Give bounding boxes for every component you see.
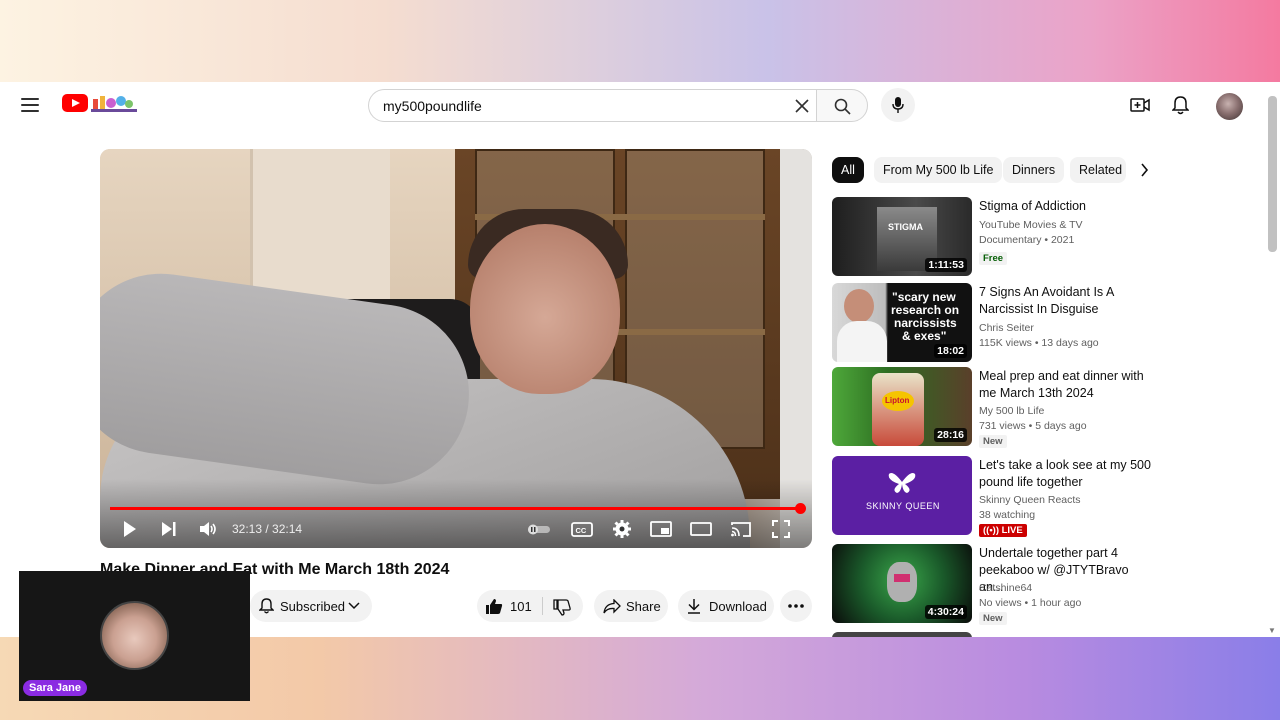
logo-doodle-icon[interactable]: [91, 93, 137, 113]
thumbnail-caption: SKINNY QUEEN: [866, 501, 940, 511]
recommendation-item[interactable]: Lipton 28:16 Meal prep and eat dinner wi…: [832, 367, 1154, 448]
account-avatar[interactable]: [1216, 93, 1243, 120]
search-box[interactable]: my500poundlife: [368, 89, 816, 122]
share-icon: [603, 599, 621, 614]
recommendation-item[interactable]: "scary new research on narcissists & exe…: [832, 283, 1152, 363]
video-meta: Documentary • 2021: [979, 234, 1075, 246]
chip-related[interactable]: Related: [1070, 157, 1126, 183]
recommendation-title[interactable]: Stigma of Addiction: [979, 198, 1154, 215]
video-thumbnail[interactable]: Lipton 28:16: [832, 367, 972, 446]
chevron-right-icon[interactable]: [1140, 163, 1149, 177]
butterfly-icon: [888, 473, 916, 493]
settings-gear-icon[interactable]: [612, 519, 632, 539]
fullscreen-icon[interactable]: [771, 519, 791, 539]
recommendation-item[interactable]: STIGMA 1:11:53 Stigma of Addiction YouTu…: [832, 197, 1152, 277]
chip-all[interactable]: All: [832, 157, 864, 183]
webcam-face: [100, 601, 169, 670]
chip-dinners[interactable]: Dinners: [1003, 157, 1065, 183]
search-input[interactable]: my500poundlife: [383, 98, 482, 114]
notifications-bell-icon[interactable]: [1172, 96, 1189, 115]
youtube-logo[interactable]: [62, 94, 88, 112]
svg-text:CC: CC: [576, 526, 587, 535]
recommendation-title[interactable]: Let's take a look see at my 500 pound li…: [979, 457, 1154, 491]
volume-icon[interactable]: [198, 519, 218, 539]
video-duration: 18:02: [934, 344, 967, 358]
dislike-icon[interactable]: [553, 599, 571, 616]
thumbnail-caption: Lipton: [885, 396, 910, 405]
subscribe-label: Subscribed: [280, 599, 346, 614]
scroll-down-arrow-icon[interactable]: ▼: [1268, 626, 1276, 635]
progress-bar[interactable]: [110, 507, 801, 510]
miniplayer-icon[interactable]: [650, 519, 672, 539]
new-badge: New: [979, 435, 1007, 448]
like-icon[interactable]: [485, 598, 503, 615]
play-icon[interactable]: [122, 519, 138, 539]
video-thumbnail[interactable]: SKINNY QUEEN: [832, 456, 972, 535]
thumbnail-caption: research on: [891, 303, 960, 317]
download-button[interactable]: Download: [678, 590, 774, 622]
theater-mode-icon[interactable]: [690, 519, 712, 539]
chip-from-my-500-lb-life[interactable]: From My 500 lb Life: [874, 157, 1003, 183]
channel-name[interactable]: Skinny Queen Reacts: [979, 494, 1081, 506]
new-badge: New: [979, 612, 1007, 625]
video-thumbnail[interactable]: [832, 632, 972, 637]
time-display: 32:13 / 32:14: [232, 522, 303, 536]
video-duration: 4:30:24: [924, 605, 967, 619]
webcam-overlay: Sara Jane: [19, 571, 250, 701]
thumbnail-caption: narcissists: [894, 316, 957, 330]
video-player[interactable]: 32:13 / 32:14 CC: [100, 149, 812, 548]
captions-icon[interactable]: CC: [571, 519, 593, 539]
share-button[interactable]: Share: [594, 590, 668, 622]
like-dislike-group: 101: [477, 590, 583, 622]
recommendation-item[interactable]: [832, 632, 1152, 637]
free-badge: Free: [979, 252, 1008, 265]
youtube-window: my500poundlife 32:13 / 32:14 CC Make Din…: [0, 82, 1280, 637]
video-meta: 731 views • 5 days ago: [979, 420, 1087, 432]
autoplay-toggle-icon[interactable]: [526, 519, 552, 539]
streamer-name-tag: Sara Jane: [23, 680, 87, 696]
video-thumbnail[interactable]: STIGMA 1:11:53: [832, 197, 972, 276]
video-thumbnail[interactable]: 4:30:24: [832, 544, 972, 623]
thumbnail-caption: "scary new: [892, 290, 956, 304]
thumbnail-caption: & exes": [902, 329, 947, 343]
recommendation-title[interactable]: Meal prep and eat dinner with me March 1…: [979, 368, 1154, 402]
progress-scrubber[interactable]: [795, 503, 806, 514]
chevron-down-icon: [348, 602, 360, 610]
more-actions-button[interactable]: [780, 590, 812, 622]
like-divider: [542, 597, 543, 615]
subscribe-button[interactable]: Subscribed: [250, 590, 372, 622]
video-duration: 28:16: [934, 428, 967, 442]
live-badge: ((•)) LIVE: [979, 524, 1027, 537]
search-icon: [834, 98, 851, 115]
next-video-icon[interactable]: [160, 519, 178, 539]
recommendation-title[interactable]: 7 Signs An Avoidant Is A Narcissist In D…: [979, 284, 1154, 318]
menu-icon[interactable]: [21, 98, 39, 112]
channel-name[interactable]: Catshine64: [979, 582, 1032, 594]
video-meta: No views • 1 hour ago: [979, 597, 1082, 609]
cast-icon[interactable]: [730, 519, 752, 539]
like-count: 101: [510, 599, 532, 614]
recommendation-item[interactable]: 4:30:24 Undertale together part 4 peekab…: [832, 544, 1152, 625]
create-video-icon[interactable]: [1130, 96, 1150, 114]
bell-icon: [259, 598, 274, 614]
search-button[interactable]: [816, 89, 868, 122]
page-scrollbar[interactable]: [1268, 96, 1277, 252]
viewer-count: 38 watching: [979, 509, 1036, 521]
download-icon: [688, 599, 700, 614]
download-label: Download: [709, 599, 767, 614]
more-icon: [788, 604, 804, 608]
voice-search-button[interactable]: [881, 88, 915, 122]
channel-name[interactable]: YouTube Movies & TV: [979, 219, 1083, 231]
video-thumbnail[interactable]: "scary new research on narcissists & exe…: [832, 283, 972, 362]
video-duration: 1:11:53: [925, 258, 967, 272]
video-meta: 115K views • 13 days ago: [979, 337, 1099, 349]
microphone-icon: [892, 97, 904, 113]
channel-name[interactable]: Chris Seiter: [979, 322, 1034, 334]
thumbnail-caption: STIGMA: [888, 222, 923, 232]
clear-search-icon[interactable]: [794, 98, 810, 114]
share-label: Share: [626, 599, 661, 614]
recommendation-item[interactable]: SKINNY QUEEN Let's take a look see at my…: [832, 456, 1154, 537]
channel-name[interactable]: My 500 lb Life: [979, 405, 1044, 417]
